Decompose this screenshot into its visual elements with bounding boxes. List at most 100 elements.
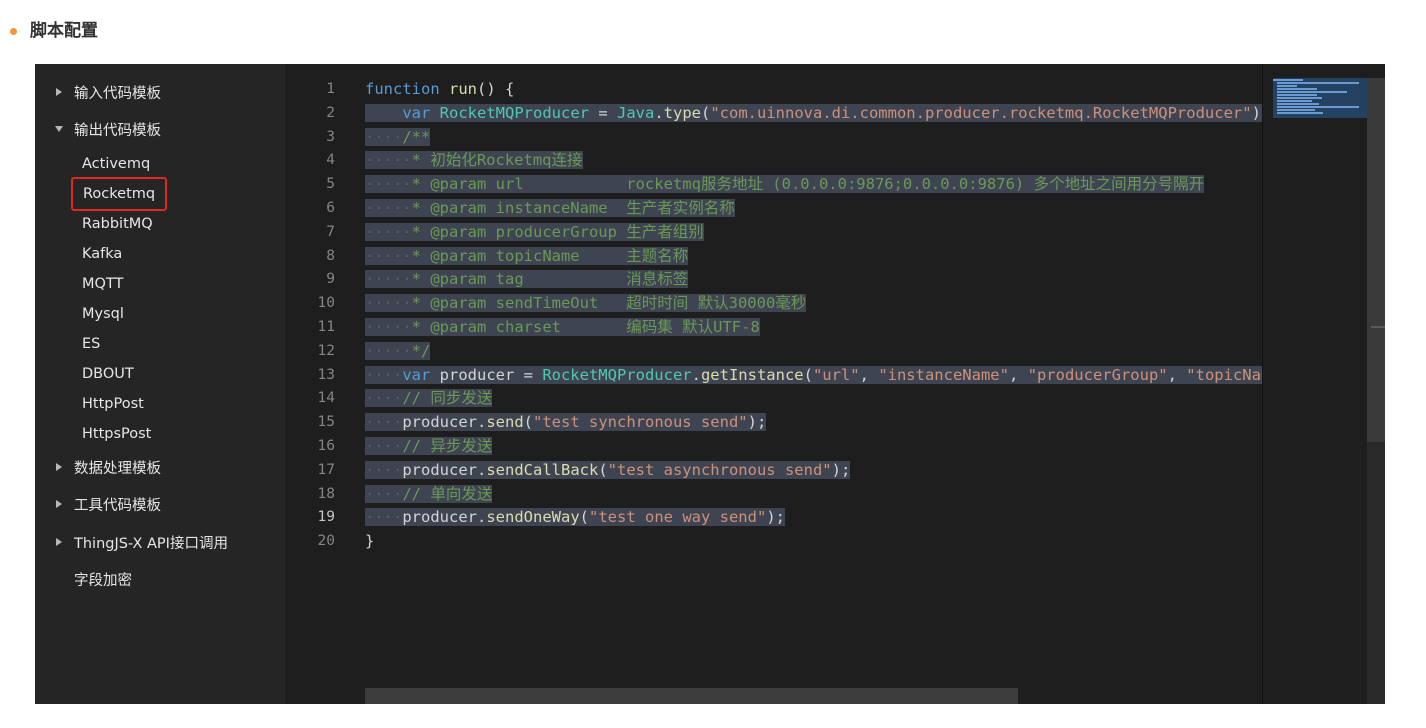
code-line[interactable]: ·····* @param producerGroup 生产者组别 [365, 221, 1262, 245]
line-number: 15 [317, 414, 335, 431]
code-token: ); [831, 460, 851, 479]
code-token: "topicName" [1186, 365, 1262, 384]
code-token: ····· [365, 222, 412, 241]
scroll-position-marker [1371, 326, 1385, 328]
horizontal-scrollbar-thumb[interactable] [365, 688, 1018, 704]
tree-group-thingjs-api[interactable]: ThingJS-X API接口调用 [35, 528, 228, 556]
code-token: ( [803, 365, 813, 384]
vertical-scrollbar-thumb[interactable] [1367, 78, 1385, 442]
code-token: ····· [365, 270, 412, 289]
tree-item-es[interactable]: ES [82, 332, 100, 356]
code-line[interactable]: function run() { [365, 78, 1262, 102]
code-line[interactable]: ····// 单向发送 [365, 483, 1262, 507]
code-token: ····· [365, 341, 412, 360]
code-token: * @param tag 消息标签 [411, 270, 689, 289]
expand-arrow-icon[interactable] [54, 462, 64, 472]
tree-item-field-encryption[interactable]: 字段加密 [35, 565, 132, 593]
expand-arrow-icon[interactable] [54, 537, 64, 547]
tree-item-rocketmq[interactable]: Rocketmq [71, 177, 168, 211]
line-number: 12 [317, 342, 335, 359]
code-token: */ [411, 341, 431, 360]
tree-item-mysql[interactable]: Mysql [82, 302, 124, 326]
code-line[interactable]: } [365, 530, 1262, 554]
minimap[interactable] [1262, 64, 1368, 704]
tree-group-input-templates[interactable]: 输入代码模板 [35, 78, 161, 106]
code-line[interactable]: ····// 同步发送 [365, 387, 1262, 411]
tree-item-dbout[interactable]: DBOUT [82, 362, 134, 386]
code-line[interactable]: ····producer.sendOneWay("test one way se… [365, 506, 1262, 530]
code-token: ···· [365, 389, 403, 408]
code-token: * @param topicName 主题名称 [411, 246, 689, 265]
tree-item-mqtt[interactable]: MQTT [82, 272, 123, 296]
code-token: function [365, 80, 440, 98]
vertical-scrollbar[interactable] [1367, 78, 1385, 704]
code-token: send [486, 413, 524, 432]
line-number: 17 [317, 461, 335, 478]
line-number: 19 [317, 509, 335, 526]
code-token: ···· [365, 436, 403, 455]
code-token: } [365, 532, 375, 551]
code-token: , [1167, 365, 1187, 384]
expand-arrow-icon[interactable] [54, 87, 64, 97]
tree-group-tool-templates[interactable]: 工具代码模板 [35, 490, 161, 518]
tree-group-output-templates[interactable]: 输出代码模板 [35, 115, 161, 143]
tree-item-rabbitmq[interactable]: RabbitMQ [82, 212, 153, 236]
code-line[interactable]: ····// 异步发送 [365, 435, 1262, 459]
code-token: RocketMQProducer [542, 365, 692, 384]
code-token: ····· [365, 151, 412, 170]
line-number: 14 [317, 390, 335, 407]
tree-item-activemq[interactable]: Activemq [82, 152, 150, 176]
line-number: 1 [326, 81, 335, 97]
code-line[interactable]: ·····* @param instanceName 生产者实例名称 [365, 197, 1262, 221]
code-line[interactable]: ·····* @param charset 编码集 默认UTF-8 [365, 316, 1262, 340]
line-number: 7 [326, 223, 335, 240]
code-token: producer = [430, 365, 543, 384]
code-token: producer. [402, 460, 487, 479]
line-number: 9 [326, 271, 335, 288]
code-token: , [859, 365, 879, 384]
code-token: ); [766, 508, 785, 527]
code-line[interactable]: ····/** [365, 126, 1262, 150]
tree-item-kafka[interactable]: Kafka [82, 242, 122, 266]
code-token: producer. [402, 413, 487, 432]
code-token: , [1008, 365, 1028, 384]
code-line[interactable]: ····producer.send("test synchronous send… [365, 411, 1262, 435]
code-token: run [449, 80, 477, 98]
code-line[interactable]: ····var producer = RocketMQProducer.getI… [365, 364, 1262, 388]
code-token: getInstance [700, 365, 804, 384]
tree-item-httppost[interactable]: HttpPost [82, 392, 144, 416]
tree-group-label: 输入代码模板 [74, 85, 161, 102]
code-line[interactable]: ·····* @param sendTimeOut 超时时间 默认30000毫秒 [365, 292, 1262, 316]
code-token: // 异步发送 [402, 436, 493, 455]
code-editor[interactable]: 1 2 3 4 5 6 7 8 9 10 11 12 13 14 15 16 17 18 19 20 function… [285, 64, 1385, 704]
line-number: 10 [317, 295, 335, 312]
code-line[interactable]: ·····* @param tag 消息标签 [365, 268, 1262, 292]
code-line[interactable]: ·····*/ [365, 340, 1262, 364]
expand-arrow-icon[interactable] [54, 499, 64, 509]
code-token: sendOneWay [486, 508, 580, 527]
code-line[interactable]: var RocketMQProducer = Java.type("com.ui… [365, 102, 1262, 126]
code-token: ···· [365, 365, 403, 384]
tree-group-label: 输出代码模板 [74, 122, 161, 139]
code-token: . [691, 365, 701, 384]
code-token: // 单向发送 [402, 484, 493, 503]
code-line[interactable]: ·····* 初始化Rocketmq连接 [365, 149, 1262, 173]
tree-item-httpspost[interactable]: HttpsPost [82, 422, 151, 446]
code-token: ····· [365, 294, 412, 313]
code-token: ···· [365, 460, 403, 479]
code-content[interactable]: function run() { var RocketMQProducer = … [365, 78, 1262, 554]
code-token: RocketMQProducer [439, 103, 589, 122]
section-bullet-icon [10, 28, 17, 35]
code-line[interactable]: ····producer.sendCallBack("test asynchro… [365, 459, 1262, 483]
collapse-arrow-icon[interactable] [54, 124, 64, 134]
code-token: ····· [365, 317, 412, 336]
code-token: producer. [402, 508, 487, 527]
code-line[interactable]: ·····* @param topicName 主题名称 [365, 245, 1262, 269]
code-token: ···· [365, 413, 403, 432]
code-line[interactable]: ·····* @param url rocketmq服务地址 (0.0.0.0:… [365, 173, 1262, 197]
line-number: 11 [317, 318, 335, 335]
tree-group-data-processing[interactable]: 数据处理模板 [35, 453, 161, 481]
